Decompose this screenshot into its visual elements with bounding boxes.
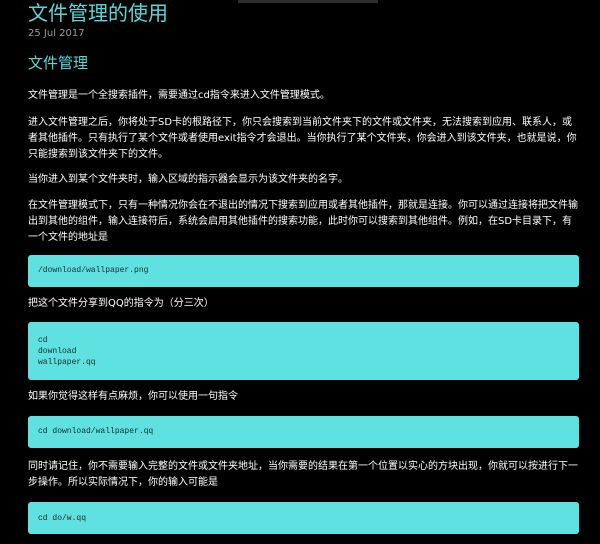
paragraph-share: 把这个文件分享到QQ的指令为（分三次） <box>28 298 214 309</box>
paragraph-intro: 文件管理是一个全搜索插件，需要通过cd指令来进入文件管理模式。 <box>28 90 330 101</box>
code-line: cd <box>38 336 48 345</box>
code-block-single-command: cd download/wallpaper.qq <box>28 416 579 448</box>
paragraph-one-command: 如果你觉得这样有点麻烦，你可以使用一句指令 <box>28 391 238 402</box>
code-block-path: /download/wallpaper.png <box>28 255 579 287</box>
code-line: wallpaper.qq <box>38 358 96 367</box>
paragraph-enter-mode: 进入文件管理之后，你将处于SD卡的根路径下，你只会搜索到当前文件夹下的文件或文件… <box>28 117 577 160</box>
post-date: 25 Jul 2017 <box>28 28 85 39</box>
code-block-short-command: cd do/w.qq <box>28 502 579 534</box>
top-scroll-bar <box>238 0 378 3</box>
code-block-three-steps: cd download wallpaper.qq <box>28 322 579 380</box>
paragraph-link: 在文件管理模式下，只有一种情况你会在不退出的情况下搜索到应用或者其他插件，那就是… <box>28 200 578 243</box>
paragraph-indicator: 当你进入到某个文件夹时，输入区域的指示器会显示为该文件夹的名字。 <box>28 174 348 185</box>
code-line: /download/wallpaper.png <box>38 266 149 275</box>
section-heading: 文件管理 <box>28 54 89 72</box>
code-line: cd do/w.qq <box>38 514 87 523</box>
post-title: 文件管理的使用 <box>28 1 168 25</box>
code-line: download <box>38 347 77 356</box>
paragraph-partial-input: 同时请记住，你不需要输入完整的文件或文件夹地址，当你需要的结果在第一个位置以实心… <box>28 461 578 488</box>
code-line: cd download/wallpaper.qq <box>38 427 154 436</box>
